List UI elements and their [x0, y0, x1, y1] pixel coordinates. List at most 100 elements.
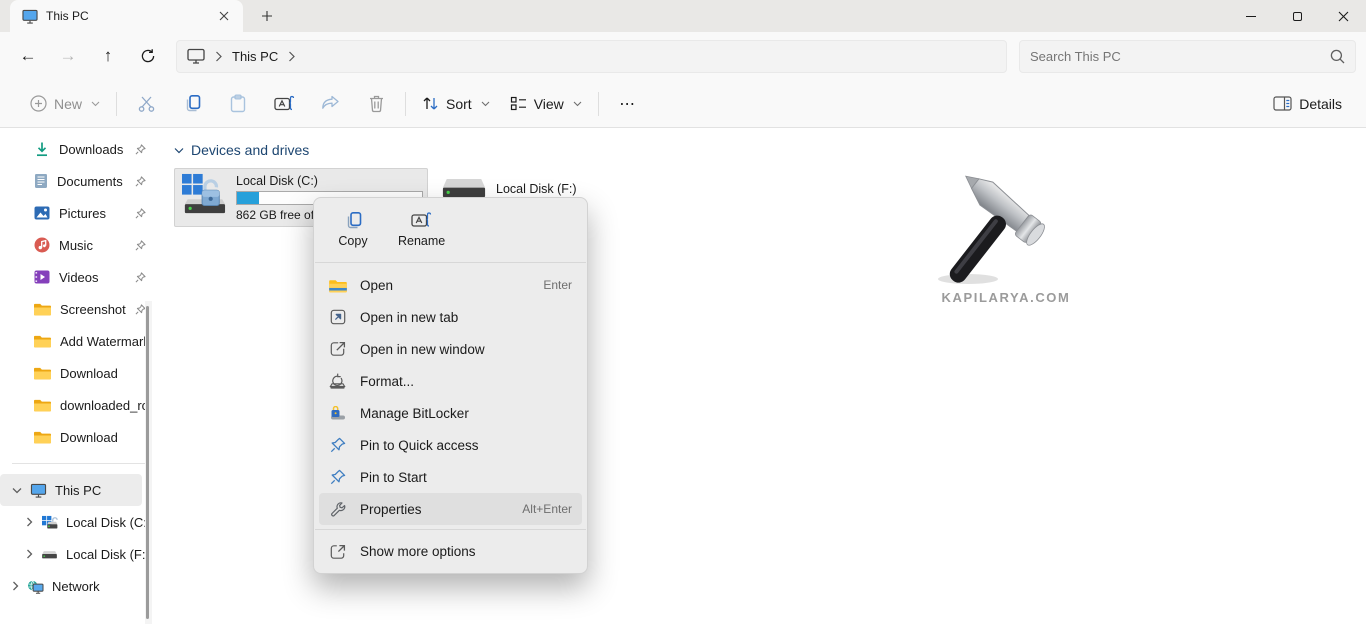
rename-button[interactable] — [261, 86, 307, 122]
delete-button[interactable] — [353, 86, 399, 122]
chevron-right-icon[interactable] — [12, 581, 19, 591]
maximize-button[interactable] — [1274, 0, 1320, 32]
hammer-image — [916, 173, 1086, 288]
folder-open-icon — [328, 278, 347, 293]
sidebar-item-videos[interactable]: Videos — [0, 261, 160, 293]
titlebar: This PC — [0, 0, 1366, 32]
pin-icon — [328, 437, 347, 453]
sidebar-item-label: Screenshots — [60, 302, 126, 317]
chevron-down-icon — [573, 101, 582, 107]
sidebar-item-label: Add Watermark — [60, 334, 146, 349]
chevron-right-icon[interactable] — [26, 549, 33, 559]
navigation-bar: ← → ↑ This PC — [0, 32, 1366, 80]
menu-item-label: Properties — [360, 502, 509, 517]
group-header-label: Devices and drives — [191, 142, 309, 158]
forward-button[interactable]: → — [48, 38, 88, 74]
sidebar-item-music[interactable]: Music — [0, 229, 160, 261]
pin-icon — [135, 176, 146, 187]
format-drive-icon — [328, 373, 347, 389]
sort-icon — [422, 95, 439, 112]
sidebar-divider — [12, 463, 146, 464]
documents-icon — [34, 173, 48, 189]
breadcrumb[interactable]: This PC — [232, 49, 278, 64]
computer-icon — [187, 48, 205, 64]
menu-item-shortcut: Enter — [543, 278, 572, 292]
context-rename-label: Rename — [398, 234, 445, 248]
copy-icon — [183, 94, 202, 113]
search-box[interactable] — [1019, 40, 1356, 73]
sidebar-item-screenshots[interactable]: Screenshots — [0, 293, 160, 325]
context-rename-button[interactable]: Rename — [392, 207, 451, 252]
minimize-button[interactable] — [1228, 0, 1274, 32]
sidebar-scrollbar-thumb[interactable] — [146, 306, 149, 619]
view-button[interactable]: View — [500, 89, 592, 119]
bitlocker-lock-icon — [328, 406, 347, 421]
context-copy-button[interactable]: Copy — [332, 207, 374, 252]
sidebar-item-network[interactable]: Network — [0, 570, 160, 602]
group-header-devices-and-drives[interactable]: Devices and drives — [174, 139, 1366, 161]
folder-icon — [34, 302, 51, 316]
tab-this-pc[interactable]: This PC — [10, 0, 243, 32]
address-bar[interactable]: This PC — [176, 40, 1007, 73]
details-button-label: Details — [1299, 96, 1342, 112]
menu-item-open-in-new-tab[interactable]: Open in new tab — [319, 301, 582, 333]
copy-button[interactable] — [169, 86, 215, 122]
tab-close-icon[interactable] — [213, 5, 235, 27]
search-icon[interactable] — [1330, 49, 1345, 64]
clipboard-icon — [229, 94, 247, 113]
menu-item-pin-to-quick-access[interactable]: Pin to Quick access — [319, 429, 582, 461]
pin-icon — [135, 208, 146, 219]
menu-item-manage-bitlocker[interactable]: Manage BitLocker — [319, 397, 582, 429]
see-more-button[interactable]: ⋯ — [605, 86, 651, 122]
navigation-sidebar: Downloads Documents Pictures Music V — [0, 129, 160, 624]
menu-item-open[interactable]: Open Enter — [319, 269, 582, 301]
sidebar-item-label: Download — [60, 366, 146, 381]
menu-item-show-more-options[interactable]: Show more options — [319, 535, 582, 568]
wrench-icon — [328, 501, 347, 517]
chevron-right-icon[interactable] — [26, 517, 33, 527]
file-explorer-window: This PC ← → ↑ — [0, 0, 1366, 624]
toolbar-separator — [116, 92, 117, 116]
chevron-right-icon[interactable] — [288, 51, 295, 62]
sidebar-item-this-pc[interactable]: This PC — [0, 474, 142, 506]
new-button[interactable]: New — [20, 88, 110, 119]
sidebar-item-local-disk-f[interactable]: Local Disk (F:) — [0, 538, 160, 570]
sidebar-item-label: Local Disk (C:) — [66, 515, 151, 530]
details-button[interactable]: Details — [1263, 89, 1352, 119]
drive-name: Local Disk (C:) — [236, 174, 423, 188]
up-button[interactable]: ↑ — [88, 38, 128, 74]
sidebar-item-download-2[interactable]: Download — [0, 421, 160, 453]
sidebar-item-add-watermark[interactable]: Add Watermark — [0, 325, 160, 357]
chevron-down-icon[interactable] — [12, 487, 22, 494]
network-icon — [27, 579, 44, 594]
back-button[interactable]: ← — [8, 38, 48, 74]
sidebar-item-downloads[interactable]: Downloads — [0, 133, 160, 165]
copy-icon — [344, 211, 363, 230]
sidebar-item-label: Pictures — [59, 206, 126, 221]
share-icon — [321, 95, 340, 112]
toolbar-separator — [405, 92, 406, 116]
paste-button[interactable] — [215, 86, 261, 122]
new-tab-button[interactable] — [256, 5, 278, 27]
sidebar-item-documents[interactable]: Documents — [0, 165, 160, 197]
menu-item-format[interactable]: Format... — [319, 365, 582, 397]
refresh-button[interactable] — [128, 38, 168, 74]
search-input[interactable] — [1030, 49, 1330, 64]
sidebar-item-local-disk-c[interactable]: Local Disk (C:) — [0, 506, 160, 538]
sidebar-item-label: Network — [52, 579, 100, 594]
menu-item-properties[interactable]: Properties Alt+Enter — [319, 493, 582, 525]
cut-button[interactable] — [123, 86, 169, 122]
menu-item-pin-to-start[interactable]: Pin to Start — [319, 461, 582, 493]
share-button[interactable] — [307, 86, 353, 122]
sidebar-item-downloaded-ro[interactable]: downloaded_ro — [0, 389, 160, 421]
chevron-down-icon[interactable] — [174, 147, 184, 154]
menu-item-shortcut: Alt+Enter — [522, 502, 572, 516]
pictures-icon — [34, 206, 50, 220]
menu-item-open-in-new-window[interactable]: Open in new window — [319, 333, 582, 365]
sidebar-item-label: This PC — [55, 483, 101, 498]
sidebar-item-download[interactable]: Download — [0, 357, 160, 389]
toolbar-separator — [598, 92, 599, 116]
sort-button[interactable]: Sort — [412, 88, 500, 119]
close-button[interactable] — [1320, 0, 1366, 32]
sidebar-item-pictures[interactable]: Pictures — [0, 197, 160, 229]
